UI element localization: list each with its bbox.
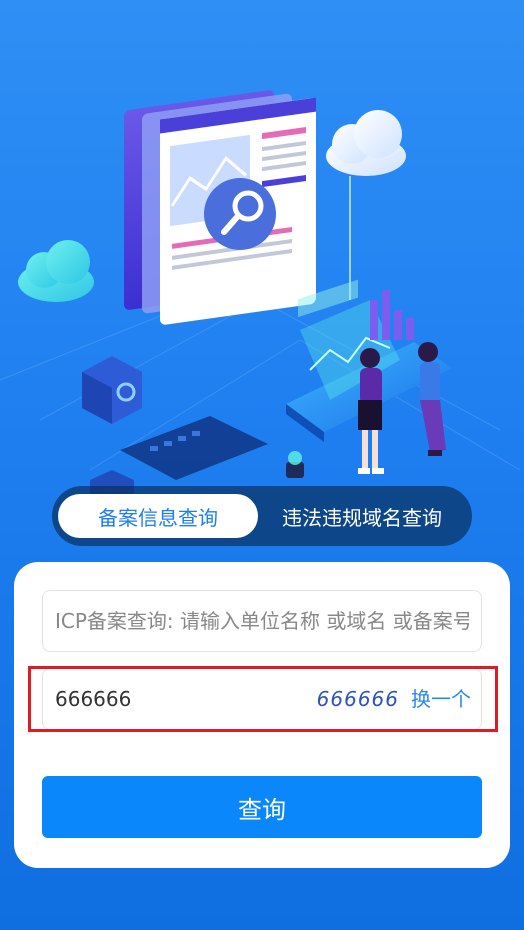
tab-record-query[interactable]: 备案信息查询 (58, 494, 258, 538)
cloud-right-icon (326, 110, 406, 176)
safe-icon (82, 356, 142, 424)
query-button[interactable]: 查询 (42, 776, 482, 838)
cloud-left-icon (18, 240, 94, 302)
icp-search-field (42, 590, 482, 652)
hero-illustration (0, 0, 524, 520)
query-card: 666666 换一个 查询 (14, 562, 510, 868)
refresh-captcha-link[interactable]: 换一个 (411, 669, 471, 729)
captcha-field: 666666 换一个 (42, 668, 482, 730)
captcha-input[interactable] (43, 669, 303, 729)
query-type-tabs: 备案信息查询 违法违规域名查询 (52, 486, 472, 546)
icp-search-input[interactable] (43, 591, 481, 651)
tab-violation-query[interactable]: 违法违规域名查询 (258, 494, 466, 538)
magnifier-icon (204, 178, 276, 250)
captcha-image[interactable]: 666666 (317, 669, 399, 729)
